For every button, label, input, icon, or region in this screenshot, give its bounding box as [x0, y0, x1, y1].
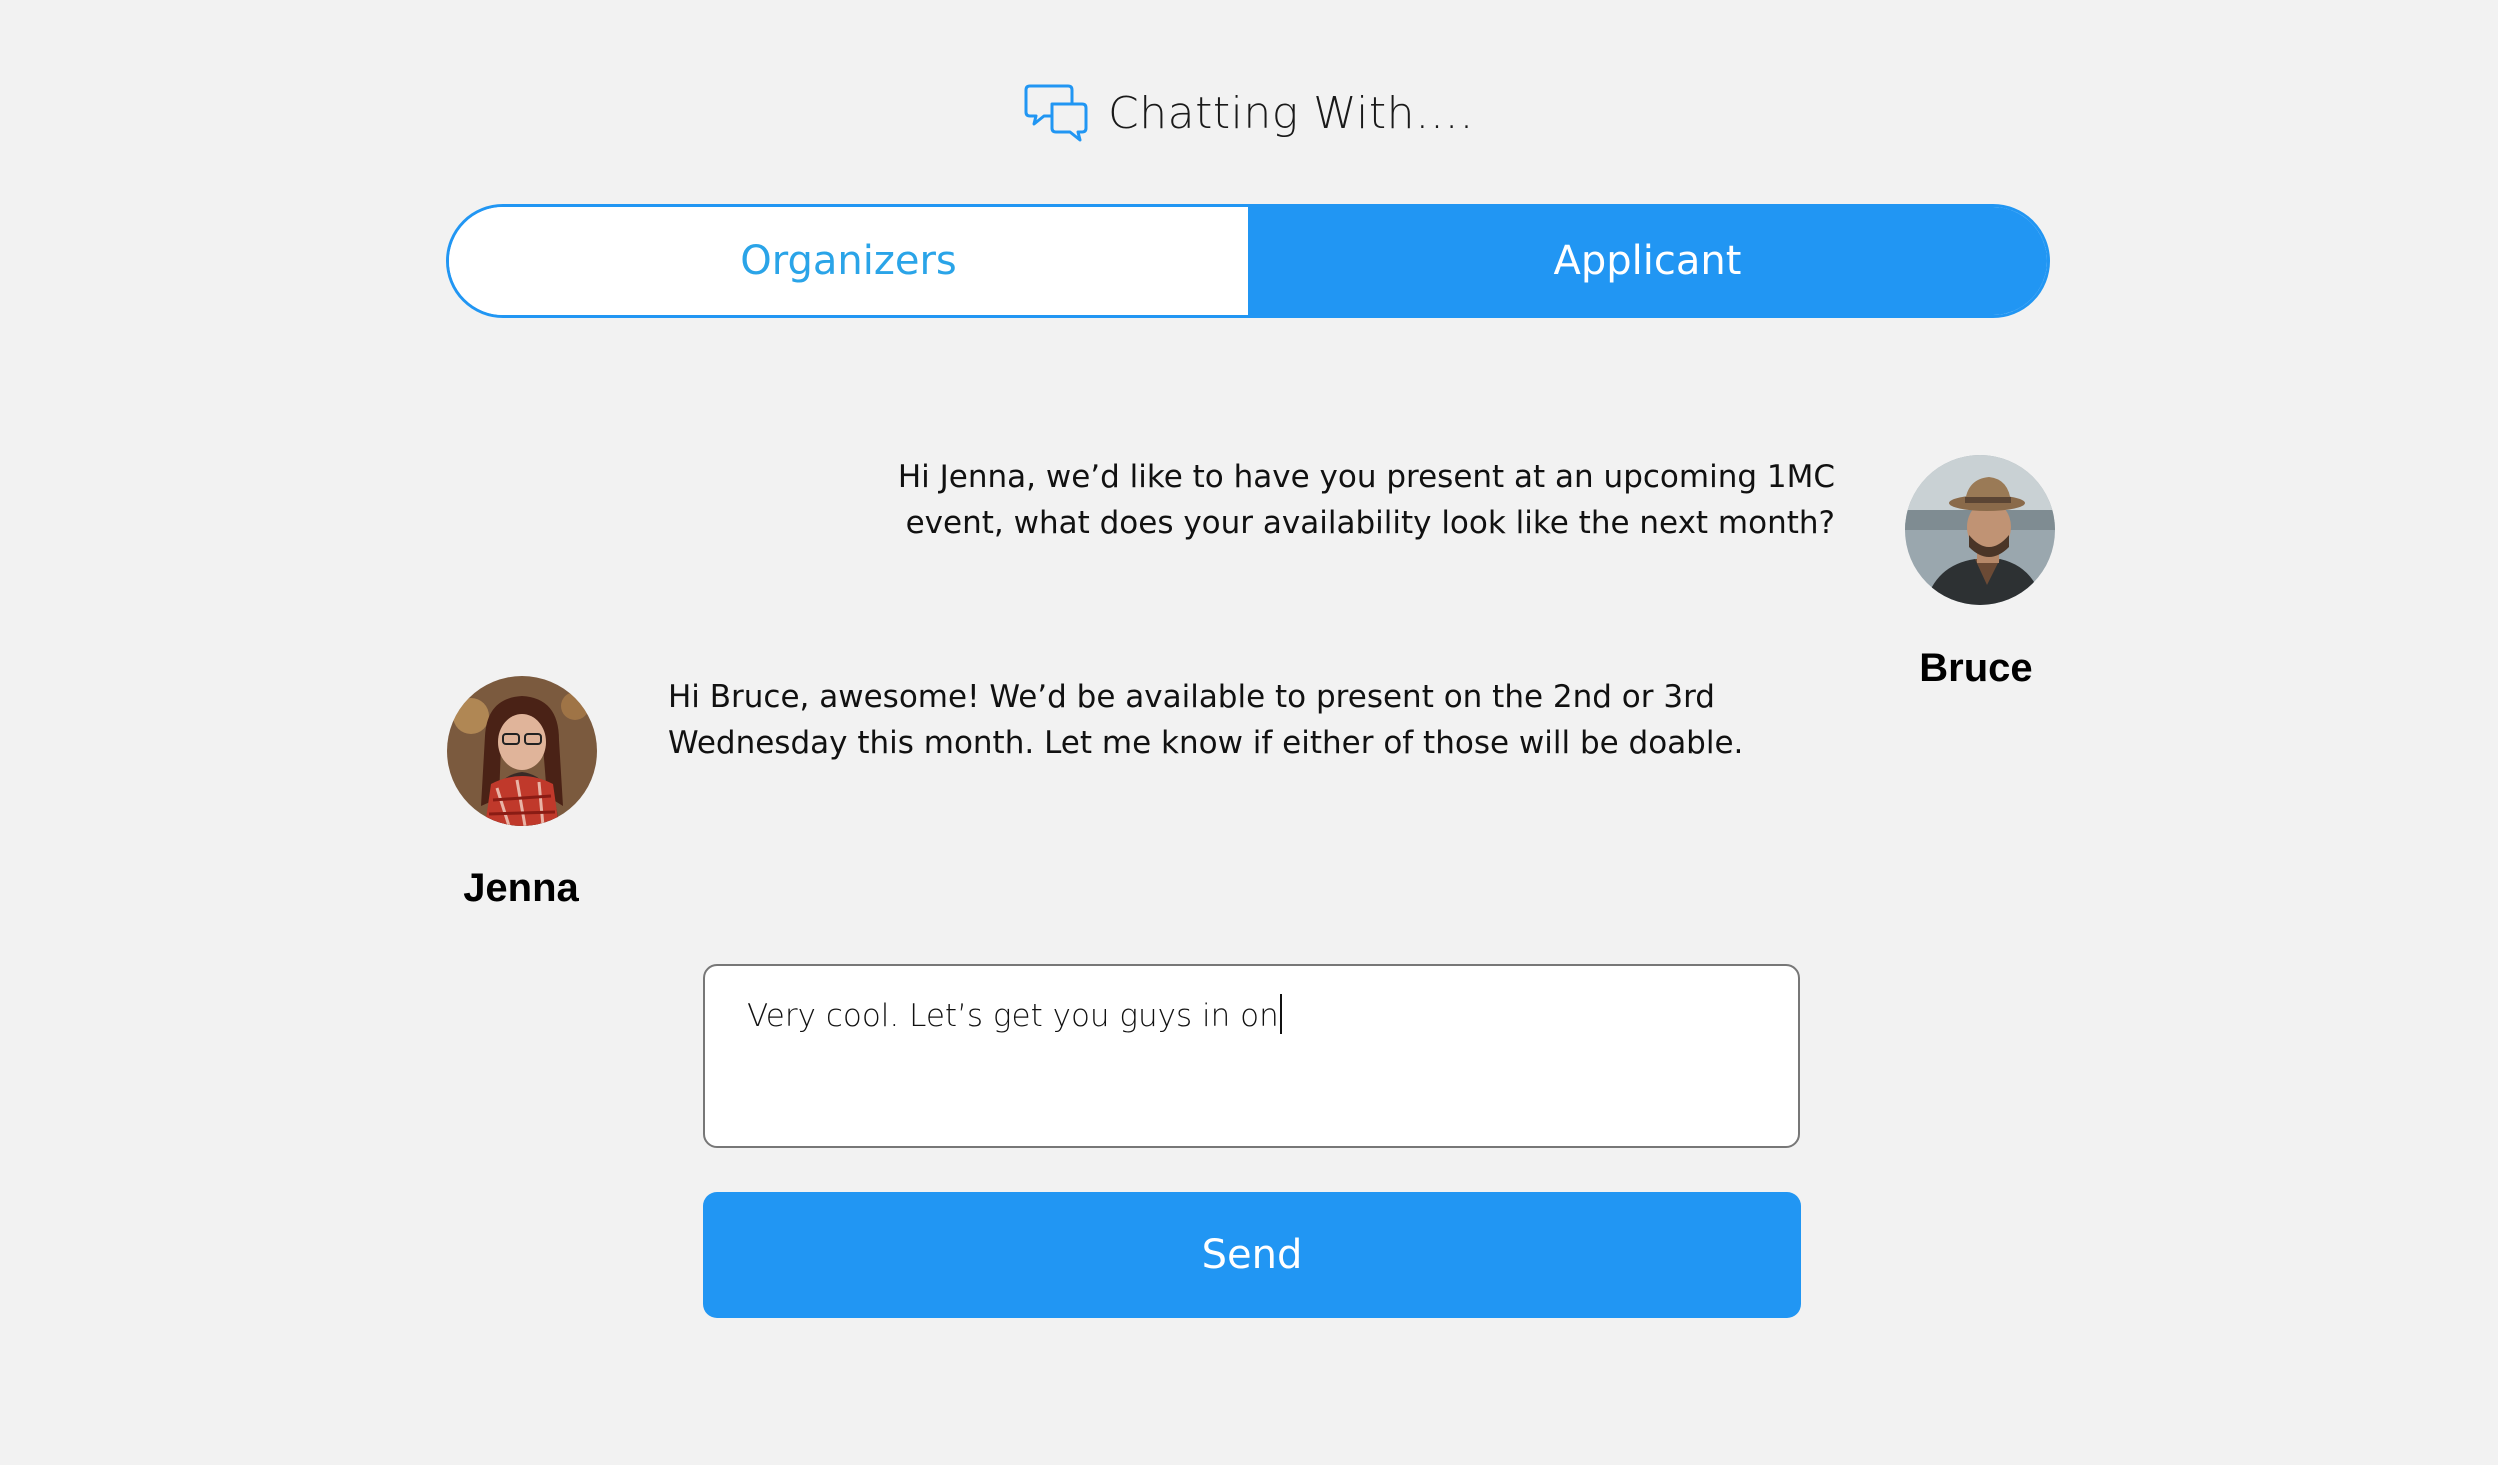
chat-page: Chatting With…. Organizers Applicant Hi …: [0, 0, 2498, 1465]
message-bruce: Hi Jenna, we’d like to have you present …: [897, 459, 1835, 541]
avatar-bruce: [1905, 455, 2055, 605]
text-caret: [1279, 994, 1282, 1034]
message-input[interactable]: Very cool. Let’s get you guys in on: [703, 964, 1800, 1148]
recipient-tabs: Organizers Applicant: [446, 204, 2050, 318]
sender-name-bruce: Bruce: [1919, 646, 2033, 690]
chat-bubbles-icon: [1024, 82, 1090, 144]
sender-name-jenna: Jenna: [463, 866, 579, 910]
page-title: Chatting With….: [1108, 87, 1474, 139]
message-jenna: Hi Bruce, awesome! We’d be available to …: [668, 679, 1744, 761]
tab-applicant[interactable]: Applicant: [1248, 207, 2047, 315]
tab-organizers[interactable]: Organizers: [449, 207, 1248, 315]
send-button[interactable]: Send: [703, 1192, 1801, 1318]
chat-header: Chatting With….: [0, 82, 2498, 144]
avatar-jenna: [447, 676, 597, 826]
message-input-value[interactable]: Very cool. Let’s get you guys in on: [747, 998, 1279, 1034]
